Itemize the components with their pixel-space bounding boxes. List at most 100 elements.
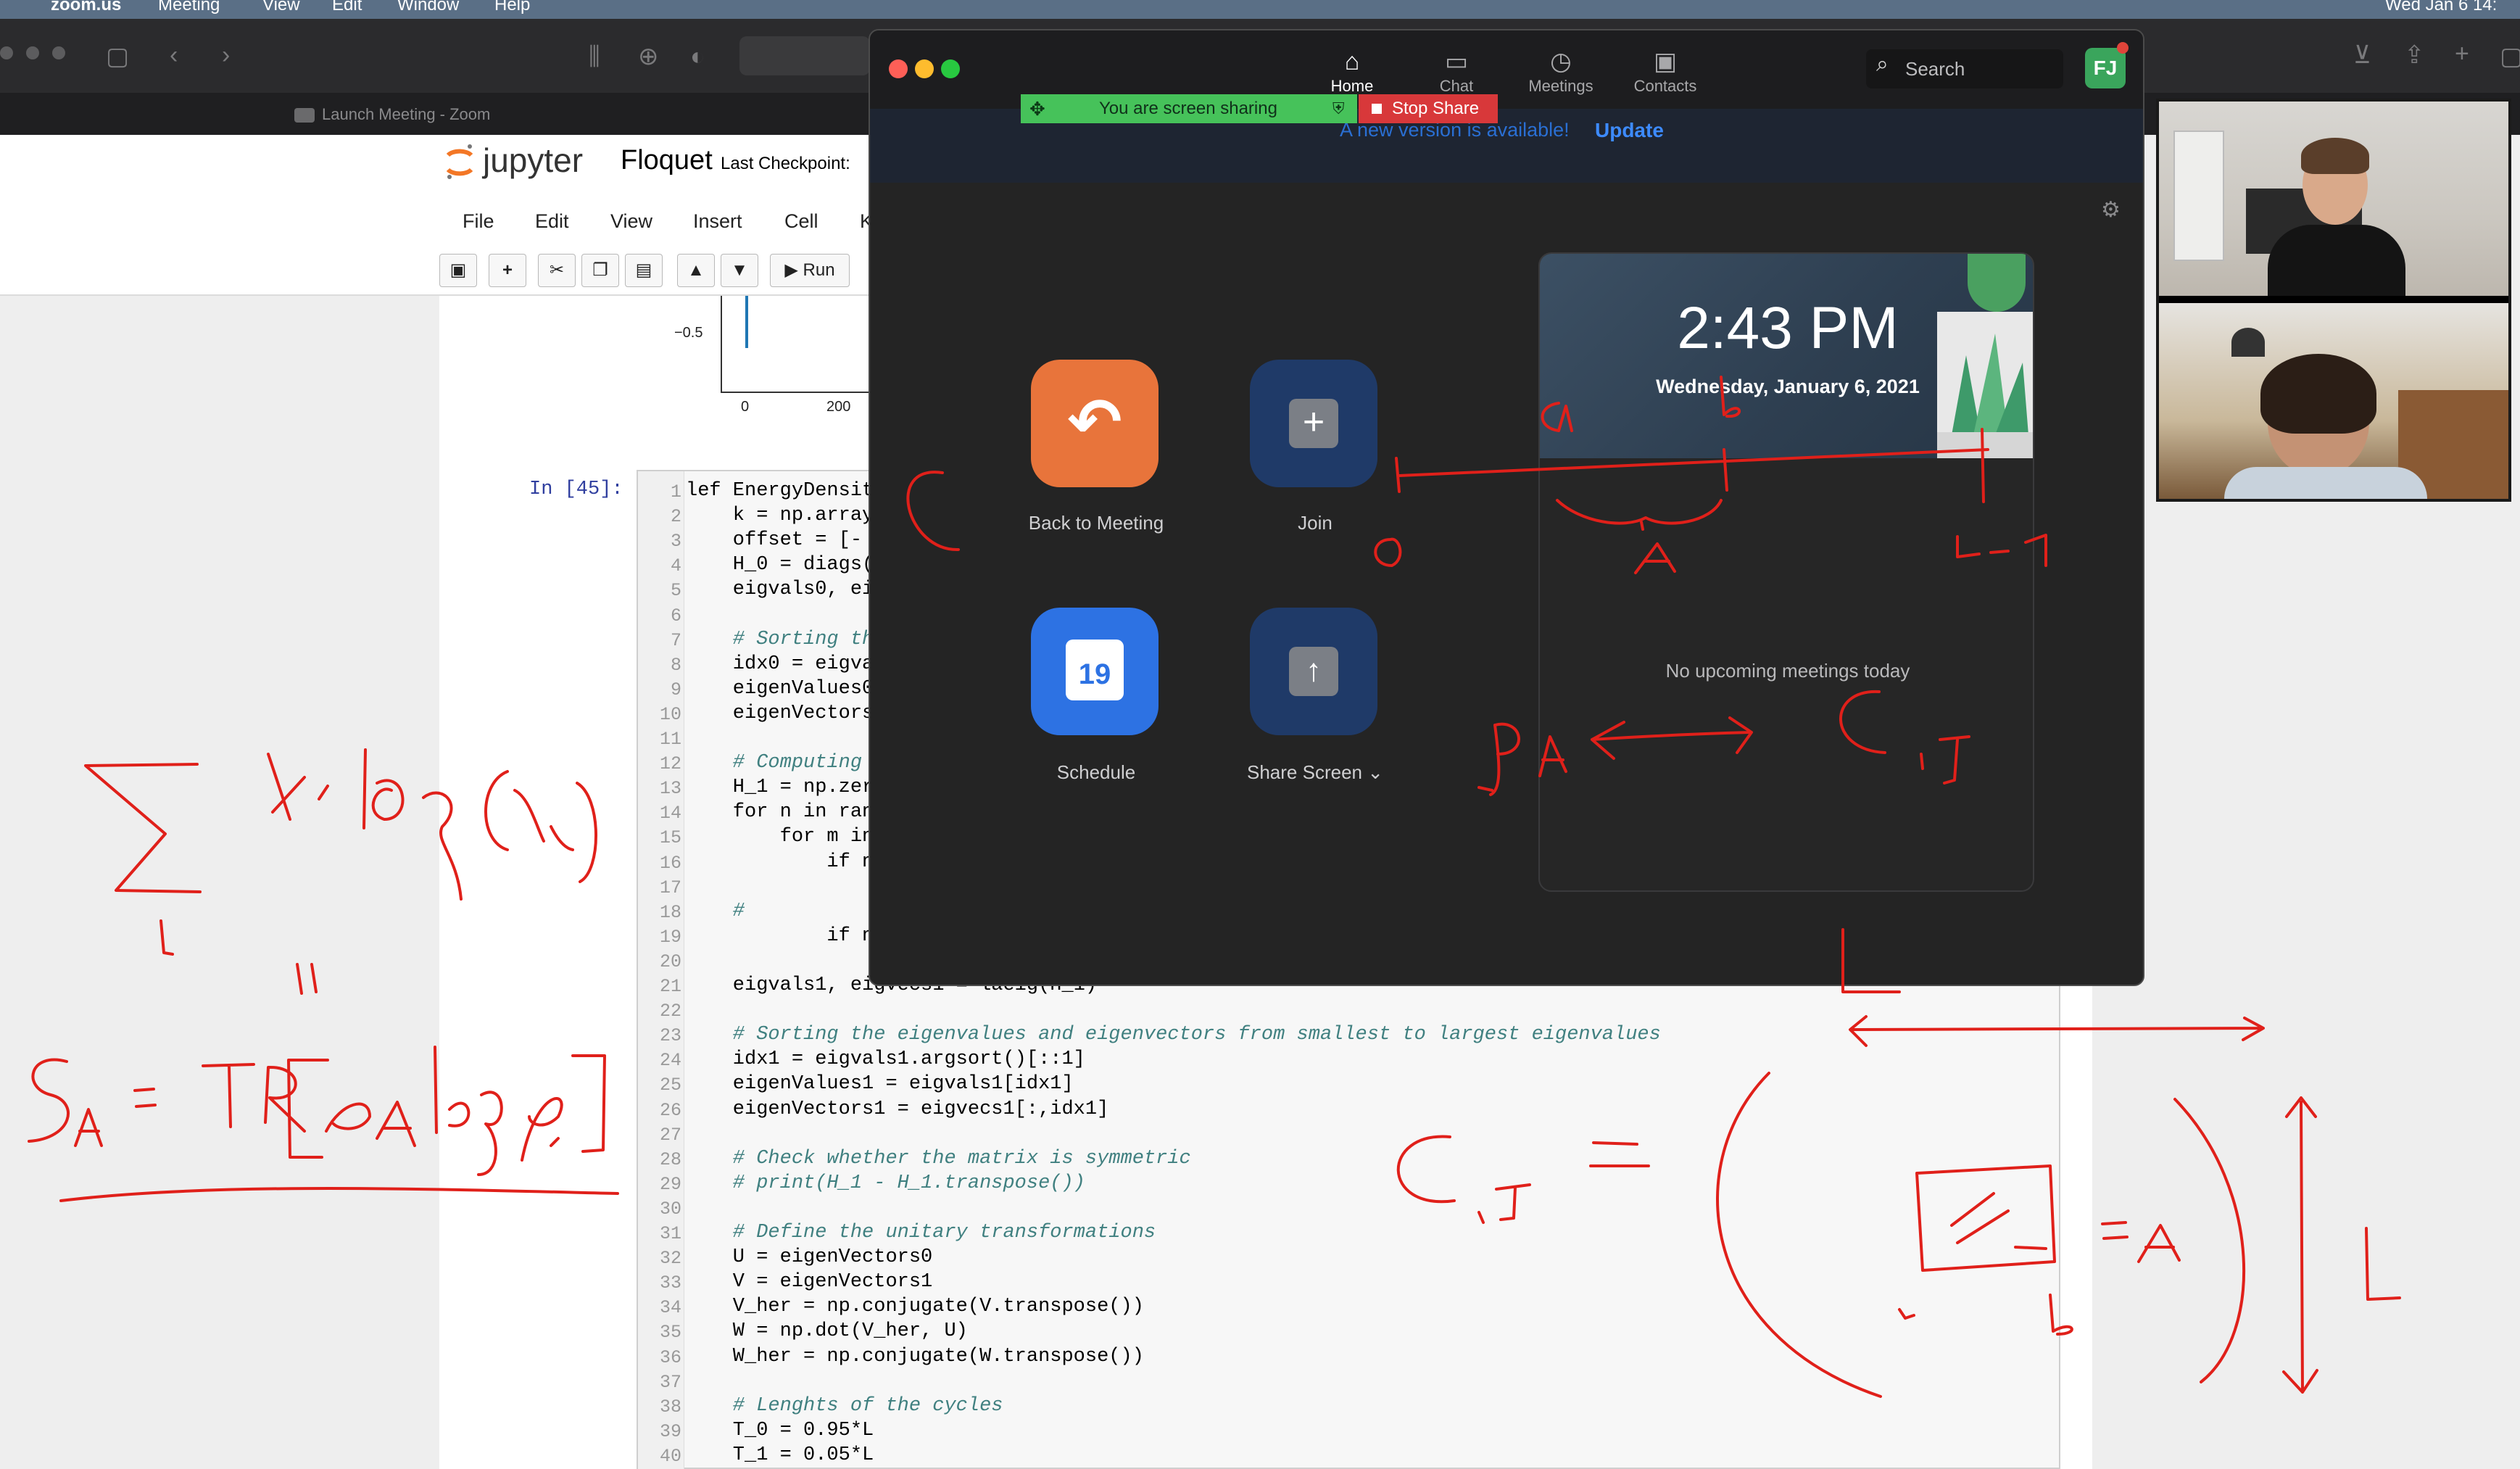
window-dot[interactable] <box>52 46 65 59</box>
jupyter-menu-edit[interactable]: Edit <box>535 210 569 233</box>
code-line[interactable]: # Define the unitary transformations <box>686 1222 1156 1244</box>
update-link[interactable]: Update <box>1595 119 1664 142</box>
tab-chat-label: Chat <box>1439 77 1474 95</box>
paste-button[interactable]: ▤ <box>625 254 663 287</box>
download-icon[interactable]: ⊻ <box>2353 41 2371 70</box>
code-line[interactable]: if n <box>686 851 874 873</box>
menu-meeting[interactable]: Meeting <box>158 0 220 15</box>
menu-help[interactable]: Help <box>494 0 530 15</box>
menu-app-name[interactable]: zoom.us <box>51 0 121 15</box>
jupyter-menu-cell[interactable]: Cell <box>784 210 818 233</box>
line-number: 34 <box>659 1297 681 1319</box>
code-line[interactable]: eigvals0, ei <box>686 579 874 600</box>
extensions-icon[interactable]: ⫼ <box>589 42 600 71</box>
notebook-name[interactable]: Floquet <box>621 145 713 176</box>
maximize-button[interactable] <box>941 59 960 78</box>
line-number: 37 <box>659 1371 681 1393</box>
move-down-button[interactable]: ▼ <box>721 254 758 287</box>
participant-video-1[interactable] <box>2159 102 2508 296</box>
code-line[interactable]: lef EnergyDensit <box>686 480 874 502</box>
code-line[interactable]: idx0 = eigva <box>686 653 874 675</box>
code-line[interactable]: eigenVectors1 = eigvecs1[:,idx1] <box>686 1098 1109 1120</box>
code-line[interactable]: # print(H_1 - H_1.transpose()) <box>686 1172 1085 1194</box>
jupyter-logo-text[interactable]: jupyter <box>483 141 583 180</box>
code-line[interactable]: eigenValues0 <box>686 678 874 700</box>
new-tab-icon[interactable]: + <box>2455 39 2469 68</box>
code-line[interactable]: U = eigenVectors0 <box>686 1246 932 1268</box>
code-line[interactable]: W = np.dot(V_her, U) <box>686 1320 968 1342</box>
window-dot[interactable] <box>0 46 13 59</box>
code-line[interactable]: T_0 = 0.95*L <box>686 1420 874 1441</box>
back-icon[interactable]: ‹ <box>170 41 178 70</box>
code-line[interactable]: offset = [- <box>686 529 862 551</box>
code-line[interactable]: for m in <box>686 826 874 848</box>
code-line[interactable]: H_1 = np.zer <box>686 777 874 798</box>
jupyter-menu-file[interactable]: File <box>463 210 494 233</box>
shield-icon[interactable]: ◐ <box>690 42 705 71</box>
share-icon[interactable]: ⇪ <box>2404 41 2425 70</box>
code-line[interactable]: # Check whether the matrix is symmetric <box>686 1148 1191 1170</box>
screen-sharing-bar[interactable]: ✥ You are screen sharing ⛨ <box>1021 94 1357 123</box>
add-icon[interactable]: ⊕ <box>638 42 659 71</box>
search-input[interactable]: Search <box>1866 49 2063 88</box>
code-line[interactable]: eigenValues1 = eigvals1[idx1] <box>686 1073 1074 1095</box>
code-line[interactable]: # Sorting th <box>686 629 874 650</box>
tab-home[interactable]: ⌂ Home <box>1305 46 1399 96</box>
schedule-button[interactable]: 19 <box>1031 608 1159 735</box>
cut-button[interactable]: ✂ <box>538 254 576 287</box>
code-line[interactable]: # Computing <box>686 752 874 774</box>
window-dot[interactable] <box>26 46 39 59</box>
code-line[interactable]: H_0 = diags( <box>686 554 874 576</box>
code-line[interactable]: V = eigenVectors1 <box>686 1271 932 1293</box>
code-line[interactable]: # Lenghts of the cycles <box>686 1395 1003 1417</box>
save-button[interactable]: ▣ <box>439 254 477 287</box>
menu-window[interactable]: Window <box>397 0 459 15</box>
move-up-button[interactable]: ▲ <box>677 254 715 287</box>
stop-share-button[interactable]: Stop Share <box>1359 94 1498 123</box>
close-button[interactable] <box>889 59 908 78</box>
copy-button[interactable]: ❐ <box>581 254 619 287</box>
menu-edit[interactable]: Edit <box>332 0 362 15</box>
paste-icon: ▤ <box>635 260 652 280</box>
tab-meetings[interactable]: ◷ Meetings <box>1514 46 1608 96</box>
jupyter-menu-view[interactable]: View <box>610 210 652 233</box>
code-line[interactable]: V_her = np.conjugate(V.transpose()) <box>686 1296 1144 1317</box>
stop-share-label: Stop Share <box>1392 99 1480 118</box>
line-number: 21 <box>659 976 681 997</box>
code-line[interactable]: T_1 = 0.05*L <box>686 1444 874 1466</box>
participant-1-body <box>2268 225 2405 296</box>
forward-icon[interactable]: › <box>222 41 230 70</box>
back-to-meeting-button[interactable]: ↶ <box>1031 360 1159 487</box>
code-line[interactable]: W_her = np.conjugate(W.transpose()) <box>686 1346 1144 1367</box>
jupyter-menu-insert[interactable]: Insert <box>693 210 742 233</box>
back-to-meeting-label: Back to Meeting <box>1028 512 1164 534</box>
tab-label: Launch Meeting - Zoom <box>322 105 491 123</box>
code-line[interactable]: # <box>686 901 745 922</box>
menu-view[interactable]: View <box>262 0 300 15</box>
tabs-icon[interactable]: ▢ <box>2500 42 2520 71</box>
gear-icon[interactable]: ⚙ <box>2101 197 2121 223</box>
join-button[interactable]: + <box>1250 360 1377 487</box>
share-screen-label[interactable]: Share Screen ⌄ <box>1214 761 1417 784</box>
code-line[interactable]: for n in ran <box>686 801 874 823</box>
sidebar-icon[interactable]: ▢ <box>106 42 129 71</box>
minimize-button[interactable] <box>915 59 934 78</box>
code-line[interactable]: idx1 = eigvals1.argsort()[::1] <box>686 1048 1085 1070</box>
line-number: 2 <box>670 506 681 528</box>
insert-cell-button[interactable]: + <box>489 254 526 287</box>
tab-chat[interactable]: ▭ Chat <box>1409 46 1504 96</box>
share-screen-button[interactable]: ↑ <box>1250 608 1377 735</box>
run-button[interactable]: ▶ Run <box>770 254 850 287</box>
address-bar[interactable] <box>739 36 870 75</box>
screen-sharing-text: You are screen sharing <box>1099 99 1277 118</box>
code-line[interactable]: if n <box>686 925 874 947</box>
tab-contacts[interactable]: ▣ Contacts <box>1618 46 1712 96</box>
line-number: 18 <box>659 901 681 923</box>
code-line[interactable]: eigenVectors <box>686 703 874 724</box>
tab-launch-meeting[interactable]: Launch Meeting - Zoom <box>294 100 490 129</box>
code-line[interactable]: # Sorting the eigenvalues and eigenvecto… <box>686 1024 1661 1046</box>
code-line[interactable]: k = np.array <box>686 505 874 526</box>
avatar[interactable]: FJ <box>2085 48 2126 88</box>
line-number: 30 <box>659 1198 681 1220</box>
participant-video-2[interactable] <box>2159 303 2508 499</box>
